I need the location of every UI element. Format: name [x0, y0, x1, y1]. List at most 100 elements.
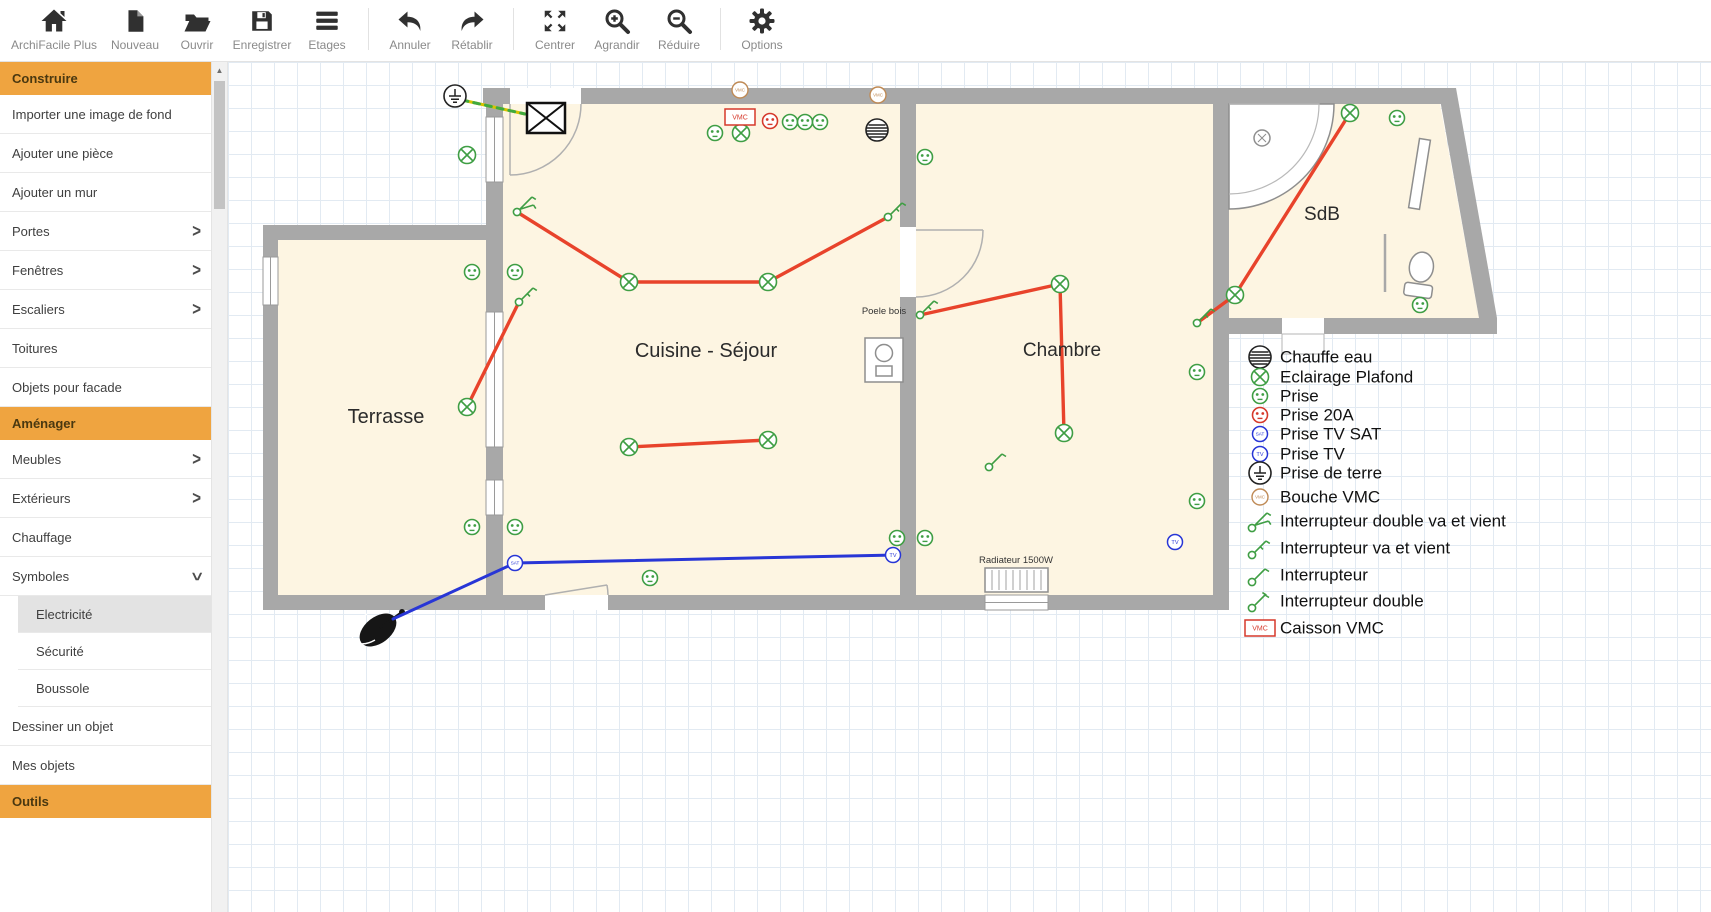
- prise-de-terre-symbol[interactable]: [444, 85, 466, 107]
- electrical-panel[interactable]: [527, 103, 565, 133]
- prise-symbol[interactable]: [1413, 298, 1428, 313]
- room-label-cuisine[interactable]: Cuisine - Séjour: [635, 340, 778, 362]
- room-label-terrasse[interactable]: Terrasse: [348, 406, 425, 428]
- tool-reduire[interactable]: Réduire: [648, 0, 710, 52]
- prise-tv-symbol[interactable]: [1168, 535, 1183, 550]
- prise-symbol[interactable]: [508, 520, 523, 535]
- sidebar-subitem-securite[interactable]: Sécurité: [18, 633, 211, 670]
- sidebar-item-ajouter-piece[interactable]: Ajouter une pièce: [0, 134, 211, 173]
- satellite-dish[interactable]: [352, 607, 405, 653]
- eclairage-plafond-symbol[interactable]: [760, 274, 777, 291]
- prise-symbol[interactable]: [465, 520, 480, 535]
- sidebar-item-objets-facade[interactable]: Objets pour facade: [0, 368, 211, 407]
- prise-symbol[interactable]: [798, 115, 813, 130]
- prise-symbol[interactable]: [918, 531, 933, 546]
- room-label-sdb[interactable]: SdB: [1304, 204, 1340, 225]
- section-header-amenager[interactable]: Aménager: [0, 407, 211, 440]
- sidebar-item-ajouter-mur[interactable]: Ajouter un mur: [0, 173, 211, 212]
- prise-symbol[interactable]: [708, 126, 723, 141]
- tool-enregistrer[interactable]: Enregistrer: [228, 0, 296, 52]
- eclairage-plafond-symbol[interactable]: [621, 439, 638, 456]
- eclairage-plafond-symbol[interactable]: [459, 399, 476, 416]
- eclairage-plafond-symbol[interactable]: [621, 274, 638, 291]
- sidebar-item-mes-objets[interactable]: Mes objets: [0, 746, 211, 785]
- sidebar-item-dessiner-objet[interactable]: Dessiner un objet: [0, 707, 211, 746]
- eclairage-plafond-symbol[interactable]: [760, 432, 777, 449]
- tool-archifacile-home[interactable]: ArchiFacile Plus: [4, 0, 104, 52]
- sidebar-scrollbar[interactable]: ▲: [211, 62, 228, 912]
- prise-symbol[interactable]: [643, 571, 658, 586]
- window[interactable]: [486, 480, 503, 515]
- prise-symbol[interactable]: [1390, 111, 1405, 126]
- sidebar-subitem-electricite[interactable]: Electricité: [18, 596, 211, 633]
- prise-symbol[interactable]: [508, 265, 523, 280]
- prise-symbol[interactable]: [1190, 365, 1205, 380]
- sidebar-item-exterieurs[interactable]: Extérieurs>: [0, 479, 211, 518]
- sidebar-item-chauffage[interactable]: Chauffage: [0, 518, 211, 557]
- prise-symbol[interactable]: [813, 115, 828, 130]
- annotation-radiateur[interactable]: Radiateur 1500W: [979, 555, 1053, 566]
- scroll-up-arrow-icon[interactable]: ▲: [212, 62, 227, 79]
- tool-nouveau[interactable]: Nouveau: [104, 0, 166, 52]
- wall-top[interactable]: [483, 88, 1441, 104]
- item-label: Fenêtres: [12, 251, 63, 290]
- eclairage-plafond-symbol[interactable]: [1052, 276, 1069, 293]
- sidebar-item-meubles[interactable]: Meubles>: [0, 440, 211, 479]
- prise-tv-sat-symbol[interactable]: [508, 556, 523, 571]
- window-bay[interactable]: [486, 312, 503, 447]
- prise-symbol[interactable]: [465, 265, 480, 280]
- sidebar-item-importer-image[interactable]: Importer une image de fond: [0, 95, 211, 134]
- legend-label: Interrupteur va et vient: [1280, 539, 1450, 558]
- tool-agrandir[interactable]: Agrandir: [586, 0, 648, 52]
- prise-tv-icon: [1253, 447, 1268, 462]
- wall-terrasse-top[interactable]: [263, 225, 503, 240]
- sidebar-subitem-boussole[interactable]: Boussole: [18, 670, 211, 707]
- tool-centrer[interactable]: Centrer: [524, 0, 586, 52]
- sidebar-item-escaliers[interactable]: Escaliers>: [0, 290, 211, 329]
- caisson-vmc-symbol[interactable]: [725, 109, 755, 125]
- section-header-construire[interactable]: Construire: [0, 62, 211, 95]
- section-header-outils[interactable]: Outils: [0, 785, 211, 818]
- prise-symbol[interactable]: [783, 115, 798, 130]
- prise-20a-symbol[interactable]: [763, 114, 778, 129]
- wall-bottom[interactable]: [263, 595, 1229, 610]
- tool-etages[interactable]: Etages: [296, 0, 358, 52]
- sidebar-item-toitures[interactable]: Toitures: [0, 329, 211, 368]
- legend-label: Chauffe eau: [1280, 348, 1372, 367]
- annotation-poele-bois[interactable]: Poele bois: [862, 306, 907, 317]
- tool-options[interactable]: Options: [731, 0, 793, 52]
- window[interactable]: [486, 117, 503, 182]
- prise-symbol[interactable]: [890, 531, 905, 546]
- radiator[interactable]: [985, 568, 1048, 592]
- toolbar-divider: [720, 8, 721, 50]
- eclairage-plafond-symbol[interactable]: [459, 147, 476, 164]
- window[interactable]: [263, 257, 278, 305]
- wall-chambre-sdb[interactable]: [1213, 104, 1229, 318]
- chauffe-eau-symbol[interactable]: [866, 119, 888, 141]
- wall-chambre-right[interactable]: [1213, 318, 1229, 610]
- eclairage-plafond-symbol[interactable]: [1056, 425, 1073, 442]
- plan-canvas[interactable]: TV SAT VMC: [228, 62, 1711, 912]
- eclairage-plafond-symbol[interactable]: [1342, 105, 1359, 122]
- room-label-chambre[interactable]: Chambre: [1023, 340, 1101, 361]
- eclairage-plafond-symbol[interactable]: [1227, 287, 1244, 304]
- floor-plan[interactable]: TV SAT VMC: [228, 62, 1711, 912]
- tool-annuler[interactable]: Annuler: [379, 0, 441, 52]
- chauffe-eau-icon: [1249, 346, 1271, 368]
- wall-sdb-bottom[interactable]: [1213, 318, 1497, 334]
- eclairage-plafond-symbol[interactable]: [733, 125, 750, 142]
- sidebar-item-symboles[interactable]: Symboles>: [0, 557, 211, 596]
- bouche-vmc-symbol[interactable]: [870, 87, 886, 103]
- sidebar-item-fenetres[interactable]: Fenêtres>: [0, 251, 211, 290]
- tool-ouvrir[interactable]: Ouvrir: [166, 0, 228, 52]
- bouche-vmc-symbol[interactable]: [732, 82, 748, 98]
- wood-stove[interactable]: [865, 338, 903, 382]
- item-label: Toitures: [12, 329, 58, 368]
- scrollbar-thumb[interactable]: [214, 81, 225, 209]
- sidebar-item-portes[interactable]: Portes>: [0, 212, 211, 251]
- tool-retablir[interactable]: Rétablir: [441, 0, 503, 52]
- window[interactable]: [985, 595, 1048, 610]
- prise-tv-symbol[interactable]: [886, 548, 901, 563]
- prise-symbol[interactable]: [1190, 494, 1205, 509]
- prise-symbol[interactable]: [918, 150, 933, 165]
